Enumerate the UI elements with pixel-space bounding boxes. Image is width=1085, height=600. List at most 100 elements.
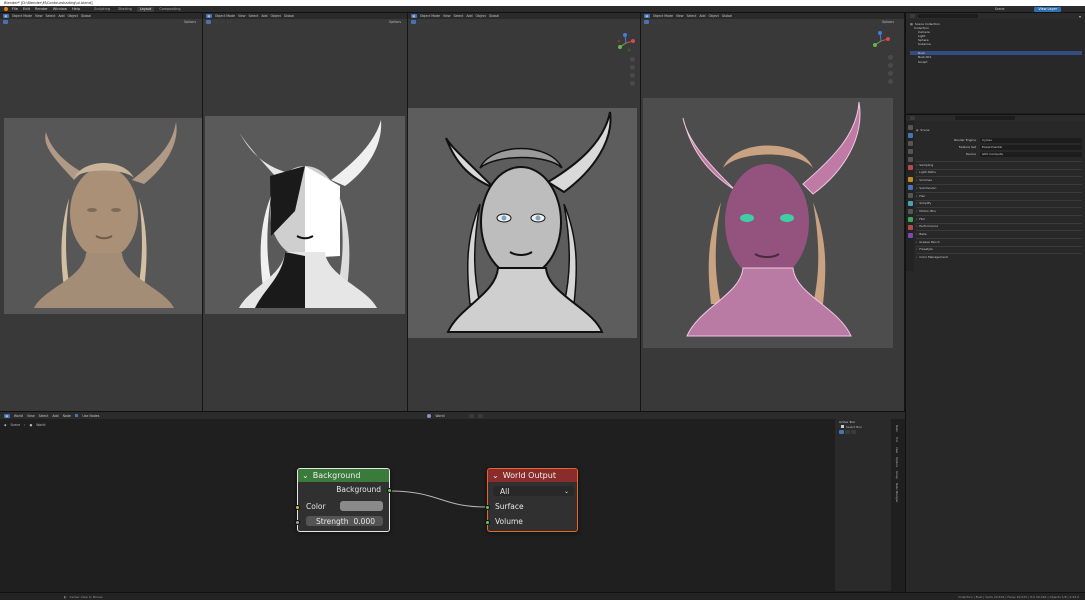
mode-dropdown[interactable]: Object Mode [653, 14, 673, 18]
viewport-grey[interactable]: ▣ Object Mode View Select Add Object Glo… [408, 13, 641, 411]
menu-add[interactable]: Add [58, 14, 64, 18]
texture-tab-icon[interactable] [907, 233, 913, 238]
transform-orientation[interactable]: Global [722, 14, 732, 18]
modifier-tab-icon[interactable] [907, 185, 913, 190]
material-tab-icon[interactable] [907, 225, 913, 230]
menu-object[interactable]: Object [271, 14, 281, 18]
filter-icon[interactable]: ▾ [1079, 14, 1081, 19]
properties-section-freestyle[interactable]: › Freestyle [916, 245, 1082, 253]
menu-view[interactable]: View [443, 14, 451, 18]
menu-select[interactable]: Select [687, 14, 697, 18]
properties-section-light-paths[interactable]: › Light Paths [916, 168, 1082, 176]
navigation-gizmo[interactable] [176, 35, 196, 55]
perspective-toggle-icon[interactable] [630, 81, 635, 86]
viewport-clay[interactable]: ▣ Object Mode View Select Add Object Glo… [0, 13, 203, 411]
outliner-item[interactable]: Sculpt [910, 60, 1082, 64]
collapse-chevron-icon[interactable]: ⌄ [492, 471, 499, 480]
properties-panel[interactable]: ◈ Scene Render Engine Cycles Feature Set… [905, 114, 1085, 600]
physics-tab-icon[interactable] [907, 201, 913, 206]
select-mode-icon[interactable] [665, 20, 670, 24]
select-mode-icon[interactable] [10, 20, 15, 24]
select-mode-icon[interactable] [658, 20, 663, 24]
properties-section-bake[interactable]: › Bake [916, 230, 1082, 237]
view-layer-tab-icon[interactable] [907, 149, 913, 154]
properties-section-grease-pencil[interactable]: › Grease Pencil [916, 238, 1082, 245]
menu-add[interactable]: Add [261, 14, 267, 18]
mode-dropdown[interactable]: Object Mode [215, 14, 235, 18]
scene-tab-icon[interactable] [907, 157, 913, 162]
select-mode-icon[interactable] [220, 20, 225, 24]
select-mode-icon[interactable] [839, 429, 844, 434]
particles-tab-icon[interactable] [907, 193, 913, 198]
properties-search-input[interactable] [955, 116, 1015, 120]
outliner-item[interactable]: Suzanne [910, 42, 1082, 46]
node-link[interactable] [0, 412, 905, 600]
sidebar-tab-group[interactable]: Group [891, 471, 898, 479]
transform-orientation[interactable]: Global [284, 14, 294, 18]
sidebar-tab-node-wrangler[interactable]: Node Wrangler [891, 483, 898, 502]
menu-view[interactable]: View [676, 14, 684, 18]
options-dropdown[interactable]: Options [882, 20, 894, 24]
properties-section-motion-blur[interactable]: › Motion Blur [916, 207, 1082, 214]
select-mode-icon[interactable] [651, 20, 656, 24]
select-tool-icon[interactable] [644, 20, 649, 24]
mode-dropdown[interactable]: Object Mode [12, 14, 32, 18]
editor-type-button[interactable]: ▣ [3, 14, 9, 18]
navigation-gizmo[interactable] [616, 33, 636, 53]
properties-section-performance[interactable]: › Performance [916, 222, 1082, 230]
properties-section-subdivision[interactable]: › Subdivision [916, 184, 1082, 191]
menu-select[interactable]: Select [46, 14, 56, 18]
menu-view[interactable]: View [35, 14, 43, 18]
editor-type-button[interactable] [910, 14, 915, 18]
menu-edit[interactable]: Edit [23, 7, 30, 11]
properties-section-film[interactable]: › Film [916, 214, 1082, 222]
menu-render[interactable]: Render [35, 7, 48, 11]
editor-type-button[interactable]: ▣ [411, 14, 417, 18]
collapse-chevron-icon[interactable]: ⌄ [302, 471, 309, 480]
sidebar-tab-node[interactable]: Node [891, 425, 898, 432]
transform-orientation[interactable]: Global [81, 14, 91, 18]
sidebar-tab-options[interactable]: Options [891, 457, 898, 467]
properties-section-hair[interactable]: › Hair [916, 191, 1082, 199]
menu-add[interactable]: Add [466, 14, 472, 18]
outliner-search-input[interactable] [918, 14, 978, 18]
device-dropdown[interactable]: GPU Compute [980, 152, 1082, 157]
outliner-panel[interactable]: ▾ ▤ Scene Collection Collection Camera L… [905, 13, 1085, 113]
output-tab-icon[interactable] [907, 141, 913, 146]
menu-help[interactable]: Help [72, 7, 80, 11]
properties-section-sampling[interactable]: › Sampling [916, 161, 1082, 168]
view-layer-selector[interactable]: View Layer [1034, 6, 1061, 12]
editor-type-button[interactable] [910, 116, 915, 120]
select-mode-icon[interactable] [845, 429, 850, 434]
viewport-pink[interactable]: ▣ Object Mode View Select Add Object Glo… [641, 13, 905, 411]
blender-logo-icon[interactable] [4, 7, 8, 11]
menu-add[interactable]: Add [699, 14, 705, 18]
constraints-tab-icon[interactable] [907, 209, 913, 214]
tool-tab-icon[interactable] [907, 125, 913, 130]
scene-selector[interactable]: Scene [995, 7, 1005, 11]
menu-object[interactable]: Object [68, 14, 78, 18]
node-sidebar-panel[interactable]: Active Tool Select Box [835, 419, 891, 591]
pan-icon[interactable] [630, 65, 635, 70]
background-output-socket[interactable] [387, 488, 392, 493]
navigation-gizmo[interactable] [871, 31, 891, 51]
background-node[interactable]: ⌄ Background Background Color Strength 0… [295, 468, 392, 532]
select-mode-icon[interactable] [432, 20, 437, 24]
color-input-socket[interactable] [295, 505, 300, 510]
properties-section-simplify[interactable]: › Simplify [916, 199, 1082, 207]
select-mode-icon[interactable] [213, 20, 218, 24]
feature-set-dropdown[interactable]: Experimental [980, 145, 1082, 150]
mode-dropdown[interactable]: Object Mode [420, 14, 440, 18]
editor-type-button[interactable]: ▣ [644, 14, 650, 18]
sidebar-tab-tool[interactable]: Tool [891, 437, 898, 442]
menu-select[interactable]: Select [454, 14, 464, 18]
workspace-tab-shading[interactable]: Shading [115, 7, 135, 12]
world-tab-icon[interactable] [907, 165, 913, 170]
pan-icon[interactable] [888, 63, 893, 68]
perspective-toggle-icon[interactable] [888, 79, 893, 84]
properties-section-volumes[interactable]: › Volumes [916, 176, 1082, 183]
select-mode-icon[interactable] [24, 20, 29, 24]
strength-field[interactable]: Strength 0.000 [306, 516, 383, 526]
strength-input-socket[interactable] [295, 520, 300, 525]
zoom-icon[interactable] [630, 57, 635, 62]
